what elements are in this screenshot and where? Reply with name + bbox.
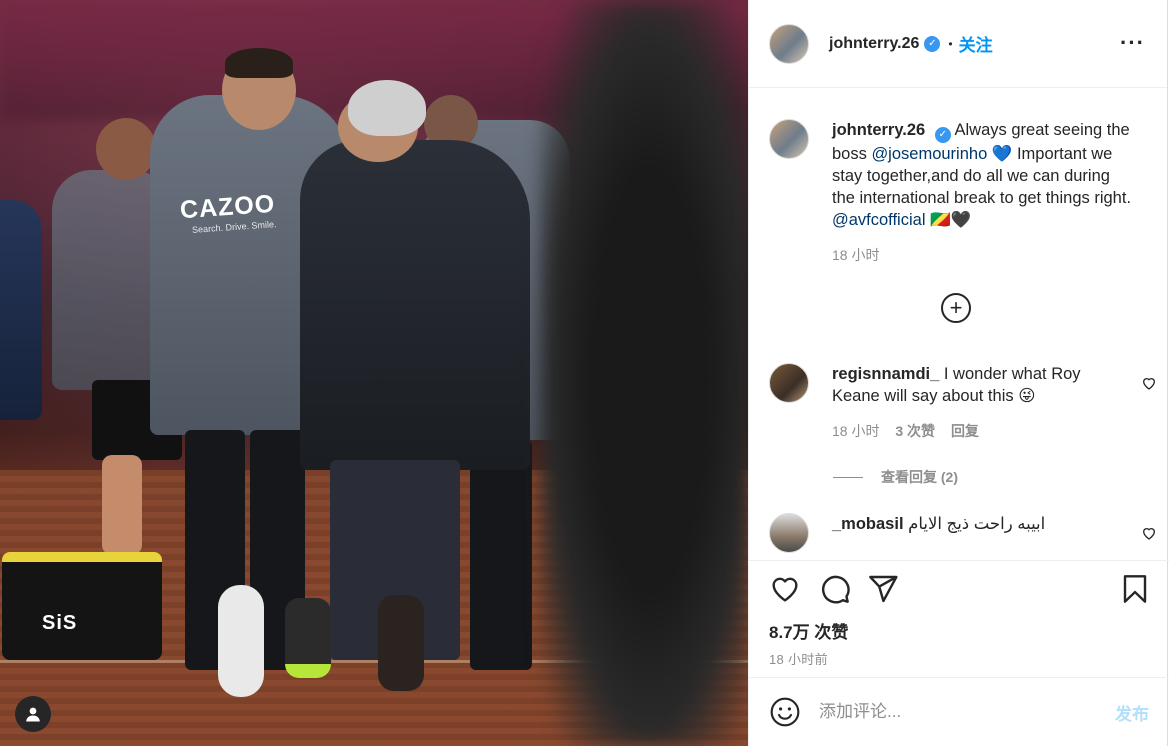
caption-body: johnterry.26 ✓ Always great seeing the b…: [832, 119, 1132, 266]
person-right-legs: [470, 440, 532, 670]
manager-hair: [348, 80, 426, 136]
comment-body: _mobasil ابيبه راحت ذيج الايام: [832, 513, 1092, 553]
add-comment-bar: 发布: [749, 677, 1169, 746]
comment-username[interactable]: regisnnamdi_: [832, 365, 939, 383]
post-actions: 8.7万 次赞 18 小时前: [749, 560, 1169, 678]
view-replies-button[interactable]: 查看回复 (2): [833, 467, 958, 487]
person-left-edge: [0, 200, 42, 420]
comment-item: _mobasil ابيبه راحت ذيج الايام: [769, 513, 1156, 553]
player-hair: [225, 48, 293, 78]
verified-badge-icon: ✓: [924, 35, 941, 52]
reply-button[interactable]: 回复: [951, 423, 979, 439]
caption-avatar[interactable]: [769, 119, 809, 159]
staff-head: [96, 118, 156, 180]
comment-input[interactable]: [819, 702, 1089, 722]
foreground-blur: [540, 0, 748, 746]
mention-link[interactable]: @josemourinho: [871, 145, 987, 163]
post-photo[interactable]: CAZOO Search. Drive. Smile. SiS: [0, 0, 748, 746]
comment-text: ابيبه راحت ذيج الايام: [908, 515, 1046, 533]
user-tag-button[interactable]: [15, 696, 51, 732]
post-side-panel: johnterry.26 ✓ • 关注 ··· johnterry.26 ✓ A…: [748, 0, 1169, 746]
caption-username[interactable]: johnterry.26: [832, 121, 925, 139]
bookmark-icon[interactable]: [1119, 573, 1151, 605]
paper-plane-icon[interactable]: [867, 573, 899, 605]
comment-body: regisnnamdi_ I wonder what Roy Keane wil…: [832, 363, 1092, 442]
commenter-avatar[interactable]: [769, 513, 809, 553]
caption: johnterry.26 ✓ Always great seeing the b…: [769, 119, 1132, 266]
comment-time[interactable]: 18 小时: [832, 423, 879, 439]
comment-like-heart-icon[interactable]: [1141, 375, 1157, 391]
like-count[interactable]: 8.7万 次赞: [769, 618, 848, 643]
comment-like-heart-icon[interactable]: [1141, 525, 1157, 541]
view-replies-dash: [833, 476, 863, 478]
header-separator: •: [948, 36, 953, 51]
heart-icon[interactable]: [769, 573, 801, 605]
load-more-comments-button[interactable]: +: [941, 293, 971, 323]
comment-icon[interactable]: [819, 573, 851, 605]
view-replies-label: 查看回复 (2): [881, 469, 958, 485]
caption-meta: 18 小时: [832, 244, 1132, 266]
comment-likes[interactable]: 3 次赞: [895, 423, 935, 439]
post-header: johnterry.26 ✓ • 关注 ···: [749, 0, 1167, 88]
comment-item: regisnnamdi_ I wonder what Roy Keane wil…: [769, 363, 1156, 442]
staff-legs: [102, 455, 142, 555]
drinks-carrier: [2, 552, 162, 660]
emoji-icon[interactable]: [769, 696, 801, 728]
author-username[interactable]: johnterry.26: [829, 35, 919, 53]
comment-username[interactable]: _mobasil: [832, 515, 904, 533]
player-shoe: [218, 585, 264, 697]
mention-link[interactable]: @avfcofficial: [832, 211, 925, 229]
caption-time[interactable]: 18 小时: [832, 247, 879, 263]
more-options-icon[interactable]: ···: [1120, 30, 1145, 56]
background-boot: [285, 598, 331, 678]
post-comment-button[interactable]: 发布: [1115, 700, 1149, 725]
author-avatar[interactable]: [769, 23, 809, 64]
post-time[interactable]: 18 小时前: [769, 649, 828, 668]
comment-meta: 18 小时 3 次赞 回复: [832, 420, 1092, 442]
comments-list[interactable]: johnterry.26 ✓ Always great seeing the b…: [749, 89, 1169, 560]
manager-coat: [300, 140, 530, 470]
verified-badge-icon: ✓: [934, 127, 951, 143]
follow-button[interactable]: 关注: [959, 31, 993, 56]
commenter-avatar[interactable]: [769, 363, 809, 403]
manager-shoe: [378, 595, 424, 691]
user-tag-icon: [26, 707, 40, 722]
action-icons-row: [769, 573, 1149, 609]
caption-emoji: 🇨🇬🖤: [925, 211, 972, 229]
drinks-carrier-label: SiS: [42, 612, 78, 634]
